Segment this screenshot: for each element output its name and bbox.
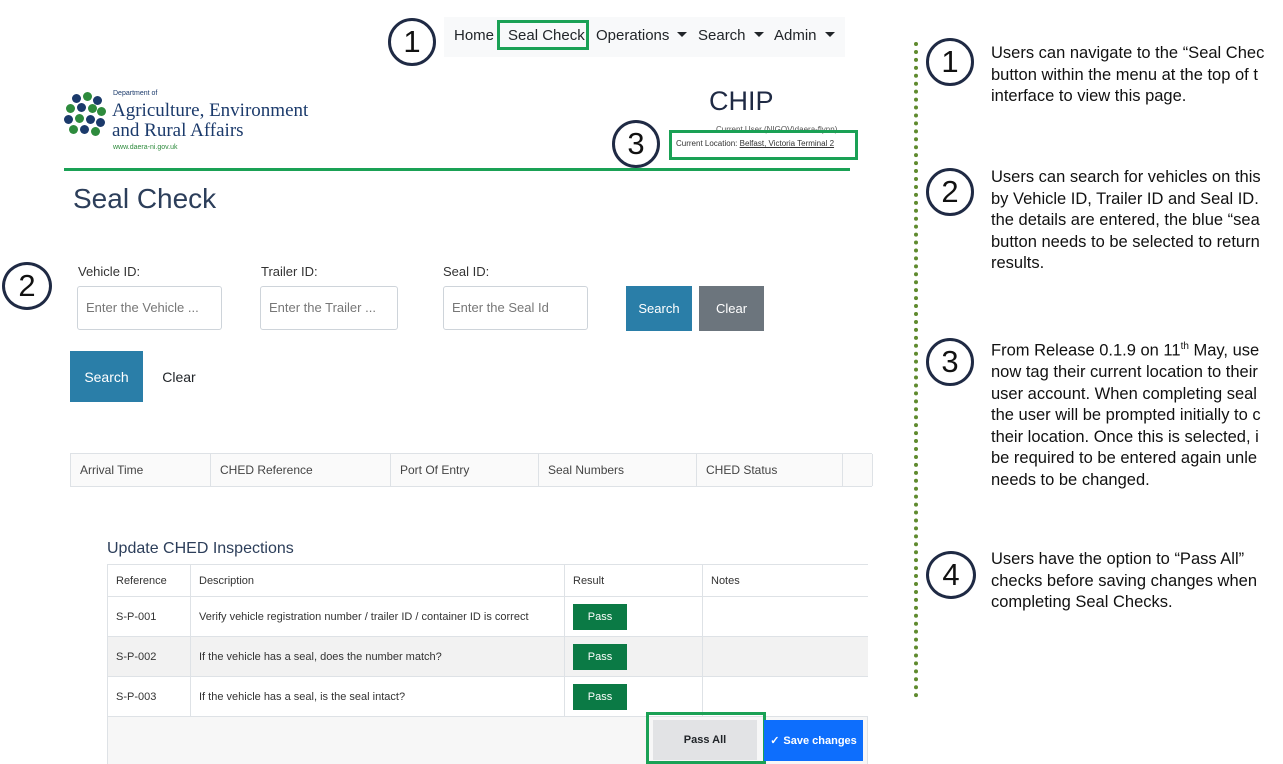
callout-badge-2: 2 xyxy=(2,262,52,310)
search-button-secondary[interactable]: Search xyxy=(70,351,143,402)
note-4: Users have the option to “Pass All” chec… xyxy=(991,549,1257,614)
row-result: Pass xyxy=(565,597,703,637)
row-notes[interactable] xyxy=(703,597,868,637)
note-3-line: user account. When completing seal xyxy=(991,384,1257,403)
results-table: Arrival Time CHED Reference Port Of Entr… xyxy=(70,453,873,487)
inspections-header-row: Reference Description Result Notes xyxy=(108,565,868,597)
clear-button-secondary[interactable]: Clear xyxy=(148,351,210,402)
callout-badge-3: 3 xyxy=(612,120,660,168)
table-row: S-P-001 Verify vehicle registration numb… xyxy=(108,597,868,637)
check-icon: ✓ xyxy=(770,735,780,747)
highlight-seal-check xyxy=(497,20,589,50)
col-arrival-time[interactable]: Arrival Time xyxy=(71,454,211,486)
nav-admin[interactable]: Admin xyxy=(774,27,835,44)
row-description: Verify vehicle registration number / tra… xyxy=(191,597,565,637)
row-notes[interactable] xyxy=(703,637,868,677)
logo-dept-small: Department of xyxy=(113,90,158,97)
note-badge-2: 2 xyxy=(926,168,974,216)
logo-line1: Agriculture, Environment xyxy=(112,100,309,121)
pass-button[interactable]: Pass xyxy=(573,684,627,710)
highlight-location xyxy=(669,130,858,160)
vehicle-id-input[interactable]: Enter the Vehicle ... xyxy=(77,286,222,330)
note-3-line: their location. Once this is selected, i xyxy=(991,427,1259,446)
row-notes[interactable] xyxy=(703,677,868,717)
col-notes: Notes xyxy=(711,575,740,587)
nav-admin-label: Admin xyxy=(774,27,817,44)
pass-button[interactable]: Pass xyxy=(573,644,627,670)
note-badge-4: 4 xyxy=(926,551,976,599)
col-result: Result xyxy=(565,565,703,597)
note-4-line: completing Seal Checks. xyxy=(991,593,1173,612)
row-result: Pass xyxy=(565,677,703,717)
col-reference: Reference xyxy=(108,565,191,597)
row-reference: S-P-003 xyxy=(108,677,191,717)
row-description: If the vehicle has a seal, is the seal i… xyxy=(191,677,565,717)
col-port-of-entry[interactable]: Port Of Entry xyxy=(391,454,539,486)
note-4-line: Users have the option to “Pass All” xyxy=(991,550,1245,568)
col-description: Description xyxy=(191,565,565,597)
note-2-line: by Vehicle ID, Trailer ID and Seal ID. xyxy=(991,189,1259,208)
note-1-line: interface to view this page. xyxy=(991,87,1187,106)
callout-badge-1: 1 xyxy=(388,18,436,66)
chevron-down-icon xyxy=(677,32,688,37)
nav-operations-label: Operations xyxy=(596,27,670,44)
col-seal-numbers[interactable]: Seal Numbers xyxy=(539,454,697,486)
vehicle-id-label: Vehicle ID: xyxy=(78,264,141,279)
trailer-id-input[interactable]: Enter the Trailer ... xyxy=(260,286,398,330)
nav-home[interactable]: Home xyxy=(454,27,494,44)
row-reference: S-P-002 xyxy=(108,637,191,677)
save-changes-label: Save changes xyxy=(783,734,857,747)
logo-mark-icon xyxy=(64,92,106,136)
header-divider xyxy=(64,168,850,171)
note-3: From Release 0.1.9 on 11th May, use now … xyxy=(991,336,1261,492)
note-1-line: Users can navigate to the “Seal Chec xyxy=(991,44,1265,62)
note-2-line: button needs to be selected to return xyxy=(991,232,1260,251)
chevron-down-icon xyxy=(824,32,835,37)
chevron-down-icon xyxy=(753,32,764,37)
note-2-line: the details are entered, the blue “sea xyxy=(991,211,1260,230)
table-row: S-P-003 If the vehicle has a seal, is th… xyxy=(108,677,868,717)
note-3-line: now tag their current location to their xyxy=(991,363,1258,382)
nav-operations[interactable]: Operations xyxy=(596,27,688,44)
col-ched-reference[interactable]: CHED Reference xyxy=(211,454,391,486)
inspections-title: Update CHED Inspections xyxy=(107,540,294,557)
note-2-line: results. xyxy=(991,254,1045,273)
note-3-line: needs to be changed. xyxy=(991,471,1150,490)
note-1: Users can navigate to the “Seal Chec but… xyxy=(991,43,1264,108)
note-1-line: button within the menu at the top of t xyxy=(991,65,1258,84)
col-actions xyxy=(843,454,873,486)
nav-search[interactable]: Search xyxy=(698,27,764,44)
note-3-line: be required to be entered again unle xyxy=(991,449,1258,468)
note-badge-3: 3 xyxy=(926,338,974,386)
app-name: CHIP xyxy=(709,86,774,116)
clear-button[interactable]: Clear xyxy=(699,286,764,331)
note-3-line: From Release 0.1.9 on 11th May, use xyxy=(991,341,1260,360)
row-reference: S-P-001 xyxy=(108,597,191,637)
logo-line2: and Rural Affairs xyxy=(112,120,244,141)
logo-url: www.daera-ni.gov.uk xyxy=(113,144,178,151)
seal-id-label: Seal ID: xyxy=(443,264,490,279)
note-2: Users can search for vehicles on this by… xyxy=(991,167,1261,275)
page-title: Seal Check xyxy=(73,183,217,214)
col-ched-status[interactable]: CHED Status xyxy=(697,454,843,486)
save-changes-button[interactable]: ✓ Save changes xyxy=(764,720,863,761)
dotted-divider xyxy=(914,42,918,698)
row-description: If the vehicle has a seal, does the numb… xyxy=(191,637,565,677)
trailer-id-label: Trailer ID: xyxy=(261,264,318,279)
nav-search-label: Search xyxy=(698,27,746,44)
seal-id-input[interactable]: Enter the Seal Id xyxy=(443,286,588,330)
note-badge-1: 1 xyxy=(926,38,974,86)
row-result: Pass xyxy=(565,637,703,677)
daera-logo: Department of Agriculture, Environment a… xyxy=(64,90,314,156)
note-2-line: Users can search for vehicles on this xyxy=(991,168,1261,186)
pass-button[interactable]: Pass xyxy=(573,604,627,630)
table-row: S-P-002 If the vehicle has a seal, does … xyxy=(108,637,868,677)
highlight-pass-all xyxy=(646,712,766,764)
note-3-line: the user will be prompted initially to c xyxy=(991,406,1261,425)
search-button[interactable]: Search xyxy=(626,286,692,331)
note-4-line: checks before saving changes when xyxy=(991,571,1257,590)
